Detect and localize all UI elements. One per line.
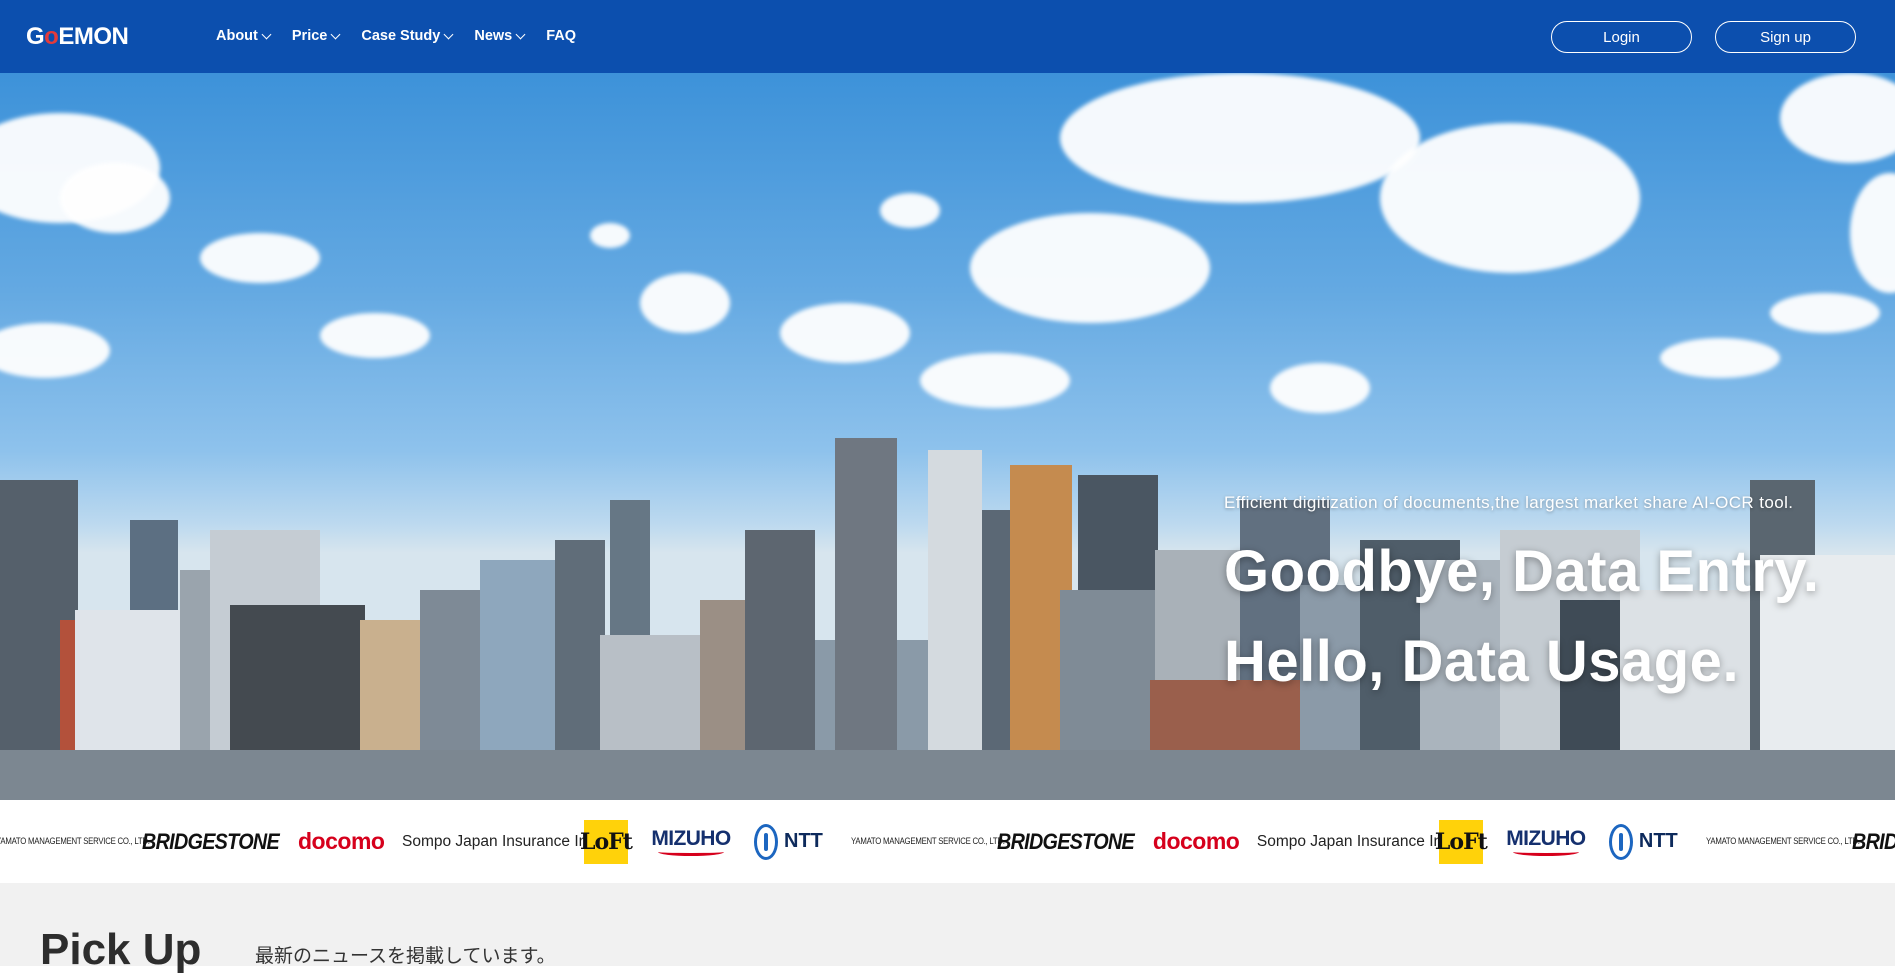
client-logo-carousel: YAMATO MANAGEMENT SERVICE CO., LTD. BRID… bbox=[0, 800, 1895, 883]
cloud bbox=[1060, 73, 1420, 203]
nav-about[interactable]: About bbox=[216, 27, 272, 45]
bridgestone-logo: BRIDGESTONE bbox=[996, 828, 1135, 854]
ntt-ring-icon bbox=[1608, 823, 1633, 860]
pickup-subtitle: 最新のニュースを掲載しています。 bbox=[255, 945, 556, 967]
nav-news[interactable]: News bbox=[474, 27, 526, 45]
mizuho-label: MIZUHO bbox=[1506, 826, 1586, 850]
yamato-logo: YAMATO MANAGEMENT SERVICE CO., LTD. bbox=[1705, 836, 1860, 847]
nav-news-label: News bbox=[474, 28, 513, 44]
cloud bbox=[880, 193, 940, 228]
logo-letter-g: G bbox=[26, 23, 45, 50]
chevron-down-icon bbox=[443, 29, 454, 39]
mizuho-label: MIZUHO bbox=[651, 826, 731, 850]
ntt-label: NTT bbox=[784, 830, 823, 852]
cloud bbox=[1270, 363, 1370, 413]
cloud bbox=[1770, 293, 1880, 333]
sompo-label: Sompo Japan Insurance Inc. bbox=[1256, 832, 1455, 850]
loft-logo: LoFt bbox=[1435, 819, 1488, 864]
mizuho-logo: MIZUHO bbox=[651, 827, 731, 856]
cloud bbox=[200, 233, 320, 283]
docomo-logo: docomo bbox=[1152, 828, 1240, 854]
loft-logo: LoFt bbox=[580, 819, 633, 864]
cloud bbox=[60, 163, 170, 233]
hero-tagline: Efficient digitization of documents,the … bbox=[1224, 493, 1794, 512]
sompo-label: Sompo Japan Insurance Inc. bbox=[402, 832, 600, 850]
signup-button[interactable]: Sign up bbox=[1715, 21, 1856, 53]
docomo-logo: docomo bbox=[298, 828, 385, 854]
nav-about-label: About bbox=[216, 28, 258, 44]
yamato-logo: YAMATO MANAGEMENT SERVICE CO., LTD. bbox=[850, 836, 1005, 847]
nav-faq-label: FAQ bbox=[546, 28, 577, 44]
nav-faq[interactable]: FAQ bbox=[546, 27, 576, 45]
nav-case-study-label: Case Study bbox=[361, 28, 441, 44]
hero-banner: Efficient digitization of documents,the … bbox=[0, 73, 1895, 800]
nav-case-study[interactable]: Case Study bbox=[361, 27, 454, 45]
cloud bbox=[780, 303, 910, 363]
bridgestone-logo: BRIDGESTONE bbox=[142, 828, 280, 854]
cloud bbox=[640, 273, 730, 333]
main-nav: About Price Case Study News FAQ bbox=[216, 27, 598, 45]
mizuho-swoosh-icon bbox=[1512, 848, 1579, 856]
cloud bbox=[1850, 173, 1895, 293]
cloud bbox=[320, 313, 430, 358]
bridgestone-logo: BRIDGESTONE bbox=[1851, 828, 1895, 854]
login-button[interactable]: Login bbox=[1551, 21, 1692, 53]
yamato-logo: YAMATO MANAGEMENT SERVICE CO., LTD. bbox=[0, 836, 150, 847]
cloud bbox=[1780, 73, 1895, 163]
chevron-down-icon bbox=[330, 29, 341, 39]
pickup-title: Pick Up bbox=[40, 925, 202, 974]
sompo-logo: Sompo Japan Insurance Inc. bbox=[1251, 833, 1454, 851]
sompo-logo: Sompo Japan Insurance Inc. bbox=[396, 833, 599, 851]
nav-price-label: Price bbox=[291, 28, 328, 44]
cloud bbox=[920, 353, 1070, 408]
site-header: GoEMON About Price Case Study News FAQ L… bbox=[0, 0, 1895, 73]
mizuho-logo: MIZUHO bbox=[1506, 827, 1586, 856]
logo-letter-o: o bbox=[44, 23, 59, 50]
hero-text-block: Efficient digitization of documents,the … bbox=[1224, 493, 1819, 707]
cloud bbox=[970, 213, 1210, 323]
ntt-ring-icon bbox=[754, 823, 778, 860]
pickup-section: Pick Up 最新のニュースを掲載しています。 bbox=[0, 883, 1895, 974]
chevron-down-icon bbox=[261, 29, 272, 39]
hero-headline-2: Hello, Data Usage. bbox=[1224, 629, 1740, 694]
ntt-label: NTT bbox=[1638, 830, 1678, 852]
chevron-down-icon bbox=[515, 29, 526, 39]
cloud bbox=[0, 323, 110, 378]
ntt-logo: NTT bbox=[754, 823, 823, 860]
client-logo-track: YAMATO MANAGEMENT SERVICE CO., LTD. BRID… bbox=[0, 800, 1895, 883]
cloud bbox=[1380, 123, 1640, 273]
nav-price[interactable]: Price bbox=[291, 27, 341, 45]
cloud bbox=[1660, 338, 1780, 378]
logo-text-emon: EMON bbox=[58, 23, 129, 50]
hero-headline-1: Goodbye, Data Entry. bbox=[1224, 539, 1820, 604]
mizuho-swoosh-icon bbox=[658, 848, 724, 856]
cloud bbox=[590, 223, 630, 248]
ntt-logo: NTT bbox=[1608, 823, 1678, 860]
goemon-logo[interactable]: GoEMON bbox=[26, 23, 129, 51]
